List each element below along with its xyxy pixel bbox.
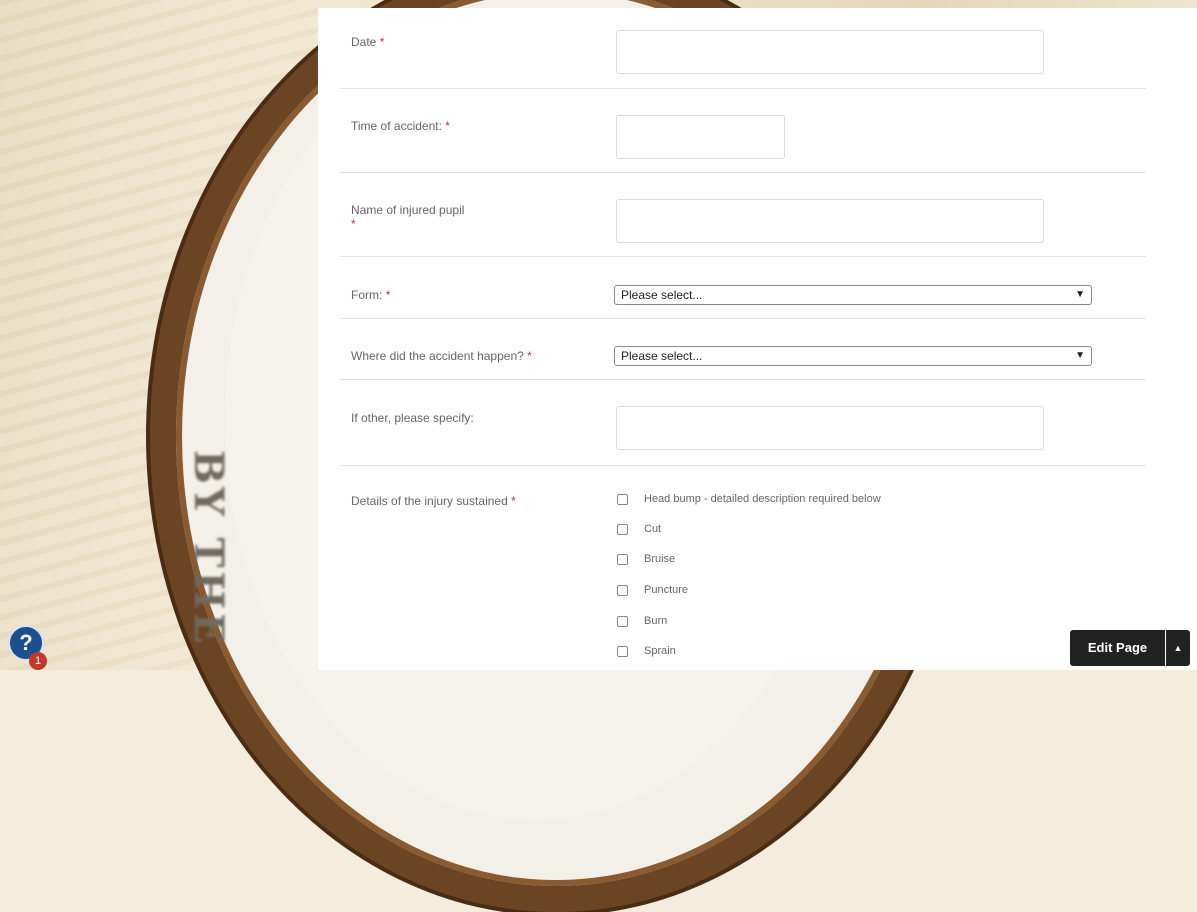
form-label-text: Form: xyxy=(351,288,383,302)
divider xyxy=(340,318,1146,319)
divider xyxy=(340,465,1146,466)
checkbox[interactable] xyxy=(617,493,628,505)
injury-option-label: Bruise xyxy=(644,553,676,565)
time-label: Time of accident: * xyxy=(351,119,450,133)
divider xyxy=(340,172,1146,173)
pupil-name-label: Name of injured pupil * xyxy=(351,203,464,231)
divider xyxy=(340,256,1146,257)
other-specify-label: If other, please specify: xyxy=(351,411,474,425)
injury-option-label: Cut xyxy=(644,523,662,535)
pupil-name-input[interactable] xyxy=(616,199,1044,243)
date-input[interactable] xyxy=(616,30,1044,74)
checkbox[interactable] xyxy=(617,523,628,535)
injury-option-puncture[interactable]: Puncture xyxy=(617,582,688,598)
injury-option-cut[interactable]: Cut xyxy=(617,521,661,537)
form-label: Form: * xyxy=(351,288,390,302)
accident-location-select-value: Please select... xyxy=(621,349,703,363)
required-mark: * xyxy=(385,288,391,302)
pupil-name-label-text: Name of injured pupil xyxy=(351,203,465,217)
injury-option-sprain[interactable]: Sprain xyxy=(617,643,676,659)
accident-location-select[interactable]: Please select... ▼ xyxy=(614,346,1092,366)
divider xyxy=(340,88,1146,89)
clock-text: BY THE xyxy=(185,450,232,648)
injury-option-label: Burn xyxy=(644,615,668,627)
divider xyxy=(340,379,1146,380)
caret-up-icon: ▲ xyxy=(1173,643,1183,653)
date-label-text: Date xyxy=(351,35,377,49)
required-mark: * xyxy=(511,494,516,508)
injury-option-burn[interactable]: Burn xyxy=(617,613,667,629)
checkbox[interactable] xyxy=(617,645,628,657)
accident-location-label-text: Where did the accident happen? xyxy=(351,349,524,363)
required-mark: * xyxy=(527,349,532,363)
injury-option-head-bump[interactable]: Head bump - detailed description require… xyxy=(617,491,881,507)
form-select-value: Please select... xyxy=(621,288,703,302)
injury-option-label: Head bump - detailed description require… xyxy=(644,493,881,505)
injury-option-label: Sprain xyxy=(644,645,676,657)
injury-option-bruise[interactable]: Bruise xyxy=(617,551,675,567)
required-mark: * xyxy=(379,35,385,49)
checkbox[interactable] xyxy=(617,615,628,627)
required-mark: * xyxy=(445,119,450,133)
time-input[interactable] xyxy=(616,115,785,159)
chevron-down-icon: ▼ xyxy=(1075,350,1085,361)
edit-page-button[interactable]: Edit Page xyxy=(1070,630,1165,666)
injury-option-label: Puncture xyxy=(644,584,689,596)
notification-badge: 1 xyxy=(29,652,47,670)
form-panel xyxy=(318,8,1197,670)
required-mark: * xyxy=(351,217,356,231)
other-specify-input[interactable] xyxy=(616,406,1044,450)
form-select[interactable]: Please select... ▼ xyxy=(614,285,1092,305)
injury-details-label-text: Details of the injury sustained xyxy=(351,494,508,508)
accident-location-label: Where did the accident happen? * xyxy=(351,349,532,363)
checkbox[interactable] xyxy=(617,553,628,565)
date-label: Date * xyxy=(351,35,384,49)
injury-details-label: Details of the injury sustained * xyxy=(351,494,516,508)
chevron-down-icon: ▼ xyxy=(1075,289,1085,300)
time-label-text: Time of accident: xyxy=(351,119,442,133)
edit-page-dropdown-toggle[interactable]: ▲ xyxy=(1166,630,1190,666)
checkbox[interactable] xyxy=(617,584,628,596)
